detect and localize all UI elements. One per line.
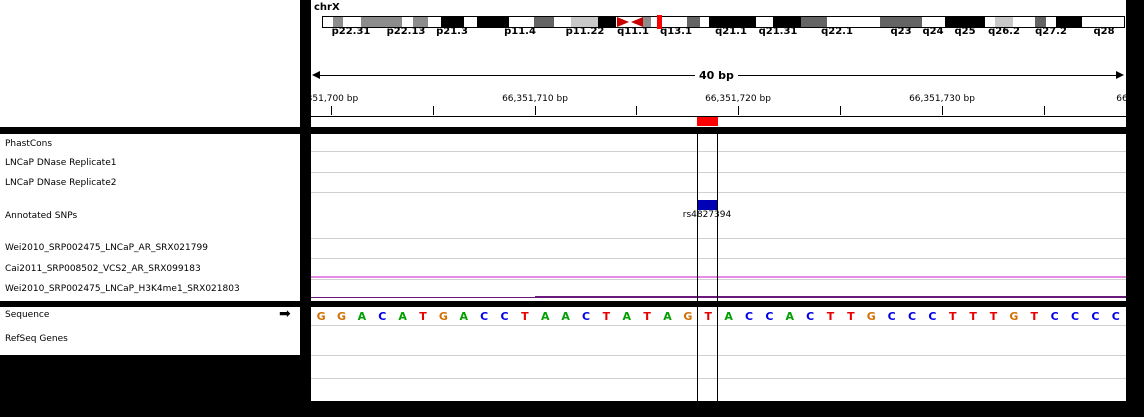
sequence-base: C xyxy=(1091,310,1100,323)
sequence-base: C xyxy=(480,310,489,323)
sequence-base: C xyxy=(1050,310,1059,323)
ruler-tick-label: 66,351,720 bp xyxy=(705,94,771,104)
sequence-base: T xyxy=(969,310,977,323)
sequence-base: C xyxy=(1111,310,1120,323)
sequence-base: A xyxy=(459,310,469,323)
center-base-marker xyxy=(697,117,718,126)
track-name-annotated-snps[interactable]: Annotated SNPs xyxy=(5,211,77,221)
span-label: 40 bp xyxy=(695,69,738,82)
sequence-base: A xyxy=(663,310,672,323)
sequence-base: T xyxy=(989,310,998,323)
track-name-dnase-replicate1[interactable]: LNCaP DNase Replicate1 xyxy=(5,158,116,168)
data-tracks-panel: rs4827394 xyxy=(311,134,1126,301)
sequence-base: G xyxy=(683,310,693,323)
sequence-base: A xyxy=(541,310,550,323)
sequence-strand-arrow-icon[interactable]: ➡ xyxy=(279,306,291,322)
sequence-base: T xyxy=(419,310,427,323)
track-name-sequence[interactable]: Sequence xyxy=(5,310,49,320)
chromosome-name: chrX xyxy=(314,2,340,13)
track-name-dnase-replicate2[interactable]: LNCaP DNase Replicate2 xyxy=(5,178,116,188)
ruler-tick-label: 66 xyxy=(1116,94,1128,104)
sequence-base: G xyxy=(1009,310,1019,323)
sequence-base: G xyxy=(337,310,347,323)
sequence-base: C xyxy=(745,310,754,323)
sequence-base: T xyxy=(826,310,835,323)
cai-ar-signal xyxy=(311,276,1126,278)
header-name-panel xyxy=(0,0,300,127)
center-guide-left xyxy=(697,134,698,401)
sequence-base: A xyxy=(357,310,367,323)
track-name-refseq-genes[interactable]: RefSeq Genes xyxy=(5,334,68,344)
sequence-base: C xyxy=(908,310,917,323)
sequence-base: T xyxy=(643,310,651,323)
track-name-wei-h3k4me1[interactable]: Wei2010_SRP002475_LNCaP_H3K4me1_SRX02180… xyxy=(5,284,240,294)
snp-feature[interactable] xyxy=(697,200,717,210)
sequence-base: C xyxy=(500,310,509,323)
sequence-base: T xyxy=(602,310,611,323)
track-name-cai-ar[interactable]: Cai2011_SRP008502_VCS2_AR_SRX099183 xyxy=(5,264,201,274)
sequence-base: C xyxy=(582,310,591,323)
track-name-wei-ar[interactable]: Wei2010_SRP002475_LNCaP_AR_SRX021799 xyxy=(5,243,208,253)
sequence-base: A xyxy=(724,310,733,323)
wei-h3k4me1-signal xyxy=(535,296,1126,298)
header-data-panel: chrX p22.31 p22.13 p21.3 p11.4 p11.22 q1… xyxy=(304,0,1128,127)
sequence-base: A xyxy=(561,310,570,323)
sequence-base: G xyxy=(316,310,326,323)
center-guide-right xyxy=(717,134,718,401)
sequence-base: C xyxy=(1071,310,1080,323)
sequence-base: C xyxy=(806,310,815,323)
sequence-base: C xyxy=(765,310,774,323)
feature-names-panel: Sequence ➡ RefSeq Genes xyxy=(0,306,300,355)
sequence-base: C xyxy=(928,310,937,323)
band-labels: p22.31 p22.13 p21.3 p11.4 p11.22 q11.1 q… xyxy=(331,26,1115,37)
sequence-base: A xyxy=(785,310,795,323)
ruler-tick-label: ,351,700 bp xyxy=(303,94,359,104)
snp-feature-label: rs4827394 xyxy=(682,210,732,220)
feature-tracks-panel: GGACATGACCTAACTATAGTACCACTTGCCCTTTGTCCCC xyxy=(311,307,1126,401)
sequence-base: C xyxy=(887,310,896,323)
wei-h3k4me1-signal-low xyxy=(311,297,535,298)
sequence-base: T xyxy=(949,310,957,323)
sequence-base: T xyxy=(847,310,855,323)
sequence-base: T xyxy=(521,310,529,323)
track-names-panel: PhastCons LNCaP DNase Replicate1 LNCaP D… xyxy=(0,134,300,301)
track-name-phastcons[interactable]: PhastCons xyxy=(5,139,52,149)
sequence-base: C xyxy=(378,310,387,323)
ruler-baseline xyxy=(311,116,1126,117)
sequence-base: A xyxy=(622,310,632,323)
sequence-track: GGACATGACCTAACTATAGTACCACTTGCCCTTTGTCCCC xyxy=(311,307,1126,323)
ruler-tick-label: 66,351,710 bp xyxy=(502,94,568,104)
sequence-base: A xyxy=(398,310,407,323)
sequence-base: T xyxy=(1030,310,1039,323)
ruler-tick-label: 66,351,730 bp xyxy=(909,94,975,104)
sequence-base: G xyxy=(438,310,448,323)
sequence-base: G xyxy=(866,310,876,323)
sequence-base: T xyxy=(704,310,713,323)
